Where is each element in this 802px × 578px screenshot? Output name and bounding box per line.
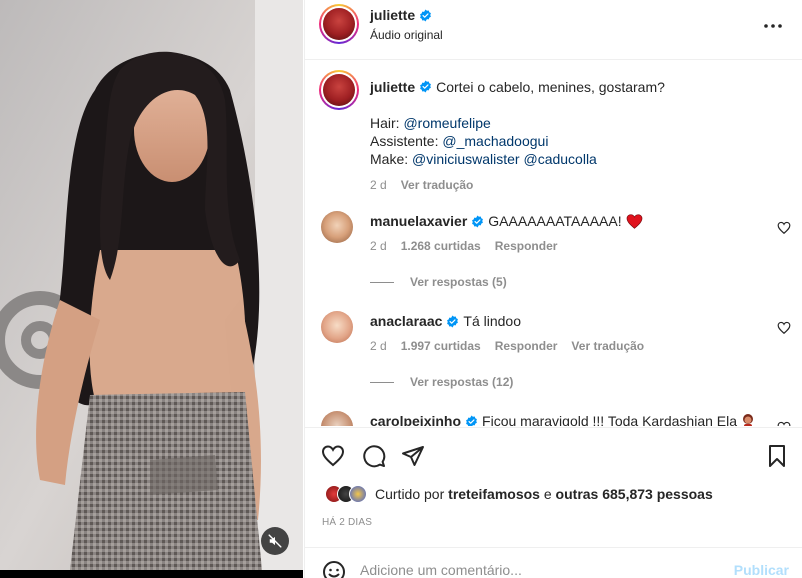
speaker-muted-icon	[268, 534, 282, 548]
comment-likes[interactable]: 1.268 curtidas	[401, 239, 481, 253]
comment-input[interactable]	[360, 558, 720, 578]
mute-toggle-button[interactable]	[261, 527, 289, 555]
comment-message: GAAAAAAATAAAAA!	[488, 213, 622, 229]
bookmark-icon[interactable]	[765, 444, 789, 468]
add-comment-bar: Publicar	[305, 547, 802, 578]
make-label: Make:	[370, 151, 409, 167]
translate-button[interactable]: Ver tradução	[401, 176, 474, 194]
video-frame[interactable]	[0, 0, 303, 570]
caption-username[interactable]: juliette	[370, 79, 415, 95]
assistant-label: Assistente:	[370, 133, 439, 149]
view-replies-label[interactable]: Ver respostas (12)	[410, 375, 513, 389]
post-time-ago[interactable]: HÁ 2 DIAS	[322, 517, 372, 528]
comment-text: manuelaxavier GAAAAAAATAAAAA!	[370, 213, 643, 229]
comment-time[interactable]: 2 d	[370, 339, 387, 353]
liked-by-connector: e	[543, 486, 552, 502]
woman-emoji-icon	[743, 414, 754, 426]
comment-likes[interactable]: 1.997 curtidas	[401, 339, 481, 353]
liked-by-others[interactable]: outras 685,873 pessoas	[556, 486, 713, 502]
post-header: juliette Áudio original	[305, 0, 802, 60]
comments-list[interactable]: juliette Cortei o cabelo, menines, gostar…	[305, 61, 802, 426]
comment-message: Tá lindoo	[463, 313, 521, 329]
commenter-avatar[interactable]	[321, 211, 353, 243]
comment-meta: 2 d 1.997 curtidas Responder Ver traduçã…	[370, 339, 644, 353]
caption-meta: 2 d Ver tradução	[370, 176, 780, 194]
author-avatar[interactable]	[319, 4, 359, 44]
comment-text: carolpeixinho Ficou maravigold !!! Toda …	[370, 413, 755, 426]
author-username[interactable]: juliette	[370, 7, 432, 23]
reply-button[interactable]: Responder	[495, 239, 558, 253]
commenter-username[interactable]: anaclaraac	[370, 313, 442, 329]
liker-avatar[interactable]	[349, 485, 367, 503]
comment-bubble-icon[interactable]	[362, 444, 386, 468]
mention-link[interactable]: @caducolla	[523, 151, 596, 167]
heart-icon[interactable]	[321, 444, 345, 468]
commenter-avatar[interactable]	[321, 311, 353, 343]
translate-button[interactable]: Ver tradução	[571, 339, 644, 353]
post-details-panel: juliette Áudio original juliette Cortei o…	[304, 0, 802, 578]
view-replies-label[interactable]: Ver respostas (5)	[410, 275, 507, 289]
commenter-username[interactable]: manuelaxavier	[370, 213, 467, 229]
comment-meta: 2 d 1.268 curtidas Responder	[370, 239, 557, 253]
video-player[interactable]	[0, 0, 303, 578]
caption-avatar[interactable]	[319, 70, 359, 110]
publish-button[interactable]: Publicar	[734, 562, 789, 578]
verified-badge-icon	[420, 9, 432, 21]
liked-by-row: Curtido por treteifamosos e outras 685,8…	[325, 485, 713, 503]
verified-badge-icon	[466, 415, 477, 426]
mention-link[interactable]: @viniciuswalister	[412, 151, 520, 167]
audio-label[interactable]: Áudio original	[370, 28, 443, 42]
comment-time[interactable]: 2 d	[370, 239, 387, 253]
red-heart-emoji-icon	[626, 213, 642, 229]
verified-badge-icon	[447, 315, 459, 327]
heart-outline-icon[interactable]	[777, 221, 791, 235]
divider-line	[370, 381, 394, 383]
liked-by-prefix: Curtido por	[375, 486, 445, 502]
caption-message: Cortei o cabelo, menines, gostaram?	[436, 79, 665, 95]
video-still-image	[0, 0, 303, 570]
view-replies-button[interactable]: Ver respostas (12)	[370, 375, 513, 389]
heart-outline-icon[interactable]	[777, 321, 791, 335]
heart-outline-icon[interactable]	[777, 421, 791, 426]
caption-time[interactable]: 2 d	[370, 176, 387, 194]
verified-badge-icon	[472, 215, 484, 227]
commenter-username[interactable]: carolpeixinho	[370, 413, 461, 426]
view-replies-button[interactable]: Ver respostas (5)	[370, 275, 507, 289]
author-username-text[interactable]: juliette	[370, 7, 415, 23]
caption-text: juliette Cortei o cabelo, menines, gostar…	[370, 78, 780, 194]
liked-by-user[interactable]: treteifamosos	[448, 486, 540, 502]
mention-link[interactable]: @romeufelipe	[403, 115, 490, 131]
liked-by-text: Curtido por treteifamosos e outras 685,8…	[375, 486, 713, 502]
hair-label: Hair:	[370, 115, 400, 131]
comment-message: Ficou maravigold !!! Toda Kardashian Ela	[482, 413, 738, 426]
commenter-avatar[interactable]	[321, 411, 353, 426]
smiley-icon[interactable]	[322, 560, 346, 578]
paper-plane-icon[interactable]	[401, 444, 425, 468]
mention-link[interactable]: @_machadoogui	[442, 133, 548, 149]
more-horizontal-icon	[764, 24, 782, 28]
divider-line	[370, 281, 394, 283]
more-options-button[interactable]	[761, 14, 785, 38]
comment-text: anaclaraac Tá lindoo	[370, 313, 521, 329]
reply-button[interactable]: Responder	[495, 339, 558, 353]
verified-badge-icon	[420, 80, 432, 93]
post-actions-section: Curtido por treteifamosos e outras 685,8…	[305, 427, 802, 547]
